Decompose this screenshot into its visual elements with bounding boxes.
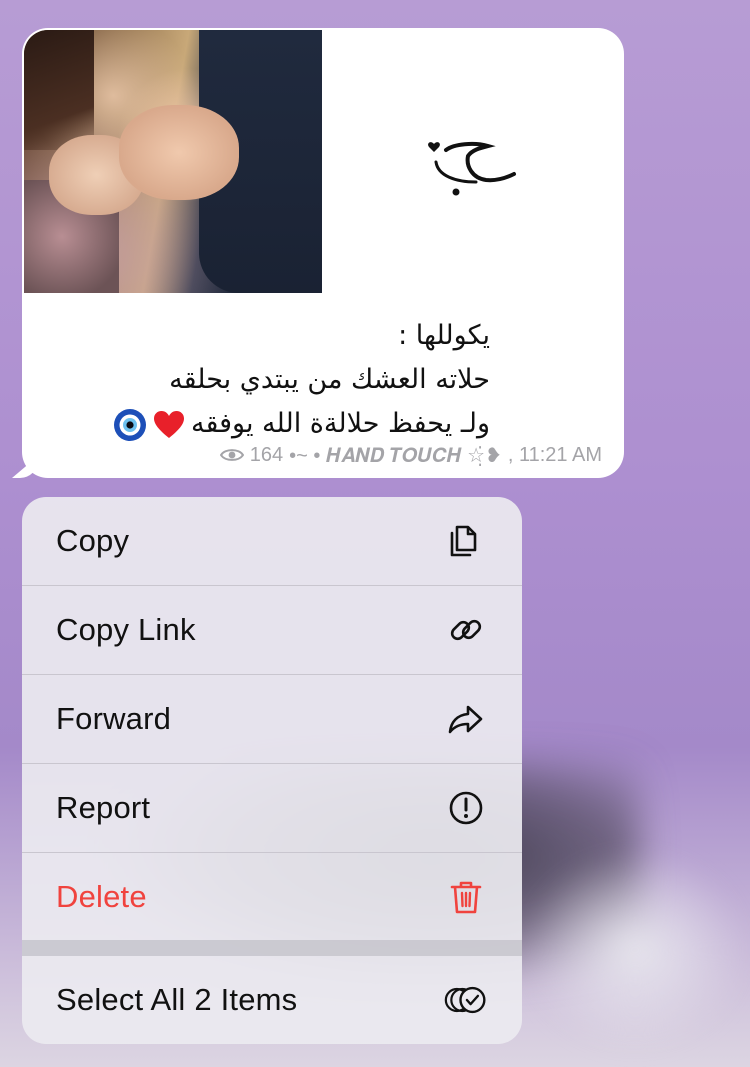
message-caption: يكوللها : حلاته العشك من يبتدي بحلقه ولـ… (30, 314, 490, 446)
background-blur-light (520, 850, 750, 1050)
red-heart-icon (153, 410, 184, 438)
caption-line-1: يكوللها : (398, 320, 490, 351)
trash-icon (444, 875, 488, 919)
caption-line-3: ولـ يحفظ حلالةة الله يوفقه (30, 402, 490, 446)
menu-item-copy-link-label: Copy Link (56, 612, 196, 647)
menu-item-delete-label: Delete (56, 879, 147, 914)
link-icon (444, 608, 488, 652)
nazar-amulet-icon (113, 408, 146, 441)
menu-section-separator (22, 940, 522, 956)
menu-item-report[interactable]: Report (22, 764, 522, 852)
menu-item-delete[interactable]: Delete (22, 853, 522, 941)
copy-icon (444, 519, 488, 563)
menu-item-copy-label: Copy (56, 523, 130, 558)
forward-icon (444, 697, 488, 741)
calligraphy-hob-icon: حب (428, 141, 516, 195)
sticker-text: حب (476, 167, 480, 169)
select-all-icon (444, 978, 488, 1022)
report-icon (444, 786, 488, 830)
menu-item-select-all-label: Select All 2 Items (56, 982, 298, 1017)
author-signature: •~ • 𝑯𝑨𝑵𝑫 𝑻𝑶𝑼𝑪𝑯 ☆̣̇❥ (289, 444, 502, 467)
message-bubble[interactable]: حب يكوللها : حلاته العشك من يبتدي بحلقه … (12, 28, 624, 478)
photo-hand-groom (119, 105, 239, 200)
menu-item-copy-link[interactable]: Copy Link (22, 586, 522, 674)
bubble-tail (12, 456, 38, 478)
engagement-photo[interactable] (24, 30, 322, 293)
caption-line-2: حلاته العشك من يبتدي بحلقه (169, 364, 490, 395)
photo-hair (24, 30, 94, 150)
menu-item-report-label: Report (56, 790, 151, 825)
views-count: 164 (249, 443, 284, 466)
context-menu: Copy Copy Link Forward Report Delete Sel… (22, 497, 522, 1044)
menu-item-copy[interactable]: Copy (22, 497, 522, 585)
caption-line-3-text: ولـ يحفظ حلالةة الله يوفقه (190, 408, 490, 439)
message-meta: 164 •~ • 𝑯𝑨𝑵𝑫 𝑻𝑶𝑼𝑪𝑯 ☆̣̇❥, 11:21 AM (219, 442, 602, 468)
menu-item-forward-label: Forward (56, 701, 172, 736)
views-eye-icon (219, 449, 244, 461)
menu-item-forward[interactable]: Forward (22, 675, 522, 763)
menu-item-select-all[interactable]: Select All 2 Items (22, 956, 522, 1044)
calligraphy-sticker[interactable]: حب (322, 30, 620, 293)
message-media[interactable]: حب (24, 30, 620, 293)
message-time: , 11:21 AM (507, 443, 602, 466)
